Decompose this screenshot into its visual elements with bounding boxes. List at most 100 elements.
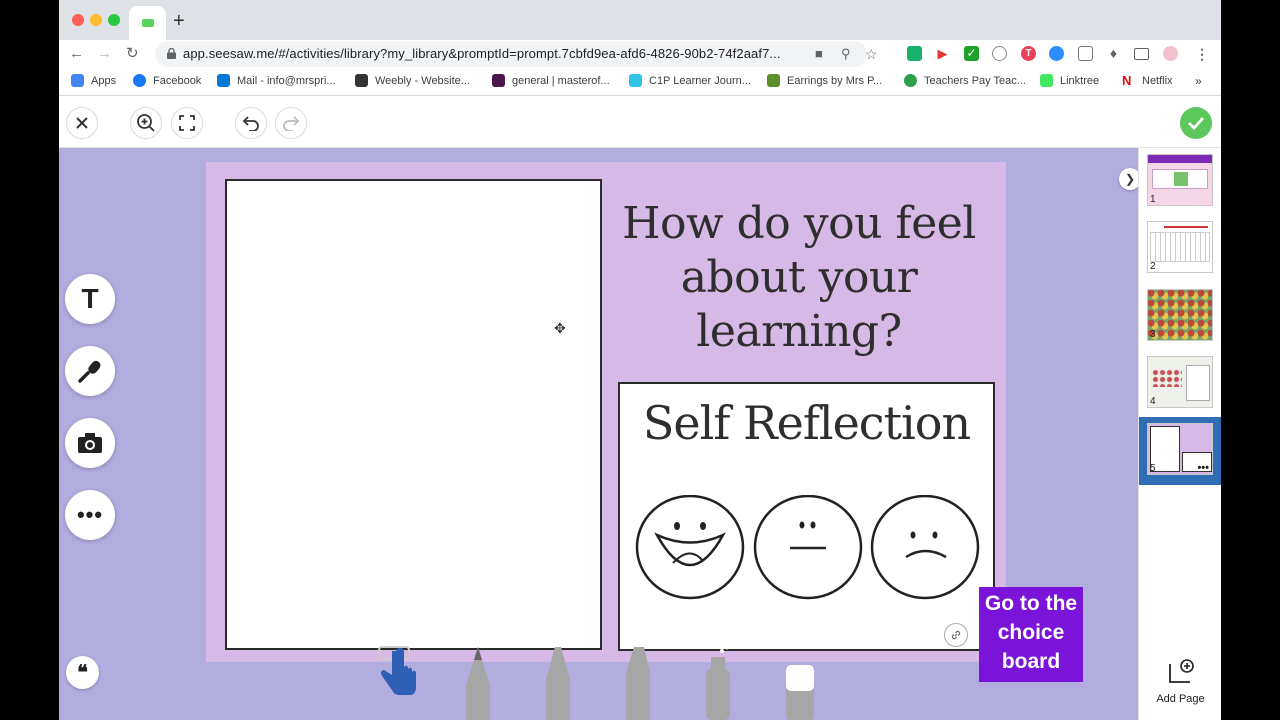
neutral-face-icon[interactable] <box>753 495 863 600</box>
add-page-label: Add Page <box>1156 693 1205 705</box>
bookmark-label: Teachers Pay Teac... <box>924 74 1026 87</box>
tpt-icon <box>904 74 917 87</box>
bookmark-item[interactable]: C1P Learner Journ... <box>629 74 751 87</box>
pages-panel: 1 2 3 4 5 ••• Add Page <box>1138 148 1221 720</box>
back-icon[interactable]: ← <box>69 43 84 65</box>
bird-icon <box>629 74 642 87</box>
page-thumbnail[interactable]: 1 <box>1139 148 1221 216</box>
extension-icon[interactable]: T <box>1021 46 1036 61</box>
page-thumbnail[interactable]: 4 <box>1139 350 1221 418</box>
editor-header <box>59 96 1221 148</box>
page-number: 4 <box>1150 396 1156 407</box>
link-icon[interactable] <box>944 623 968 647</box>
checkmark-icon <box>1188 117 1205 130</box>
bookmark-item[interactable]: Earrings by Mrs P... <box>767 74 882 87</box>
crayon-tool[interactable] <box>542 645 574 720</box>
bookmark-item[interactable]: Linktree <box>1040 74 1099 87</box>
bookmark-item[interactable]: Weebly - Website... <box>355 74 470 87</box>
close-editor-button[interactable] <box>66 107 98 139</box>
reload-icon[interactable]: ↻ <box>126 43 139 65</box>
address-bar[interactable]: app.seesaw.me/#/activities/library?my_li… <box>155 41 878 67</box>
netflix-icon: N <box>1122 74 1135 87</box>
bookmark-label: Earrings by Mrs P... <box>787 74 883 87</box>
screencast-extension-icon[interactable]: ▶ <box>935 46 950 61</box>
bookmark-item[interactable]: Mail - info@mrspri... <box>217 74 336 87</box>
add-page-icon <box>1168 659 1194 683</box>
pointer-hand-tool[interactable] <box>376 645 422 720</box>
microphone-button[interactable] <box>65 346 115 396</box>
bookmark-item[interactable]: general | masterof... <box>492 74 610 87</box>
self-reflection-card: Self Reflection <box>618 382 995 651</box>
redo-icon <box>283 116 300 131</box>
minimize-window-button[interactable] <box>90 14 102 26</box>
facebook-icon <box>133 74 146 87</box>
undo-icon <box>242 116 259 131</box>
new-tab-button[interactable]: + <box>173 9 185 33</box>
fullscreen-button[interactable] <box>171 107 203 139</box>
zoom-window-button[interactable] <box>108 14 120 26</box>
bookmark-item[interactable]: Apps <box>71 74 116 87</box>
move-cursor-icon: ✥ <box>554 320 566 336</box>
extension-icon[interactable] <box>992 46 1007 61</box>
bookmark-label: Facebook <box>153 74 202 87</box>
linktree-icon <box>1040 74 1053 87</box>
activity-page: ✥ How do you feel about your learning? S… <box>206 162 1006 662</box>
prompt-question: How do you feel about your learning? <box>622 198 976 357</box>
sad-face-icon[interactable] <box>870 495 980 600</box>
profile-avatar[interactable] <box>1163 46 1178 61</box>
page-thumbnail[interactable]: 3 <box>1139 283 1221 351</box>
camera-icon <box>78 433 102 453</box>
bookmark-label: Netflix <box>1142 74 1173 87</box>
zoom-icon[interactable]: ⚲ <box>841 46 851 62</box>
page-number: 5 <box>1150 463 1156 474</box>
add-page-button[interactable]: Add Page <box>1139 658 1221 705</box>
highlighter-tool[interactable] <box>702 645 734 720</box>
zoom-in-icon <box>137 114 155 132</box>
slack-icon <box>492 74 505 87</box>
browser-tab[interactable] <box>129 6 166 40</box>
done-button[interactable] <box>1180 107 1212 139</box>
grid-extension-icon[interactable] <box>1078 46 1093 61</box>
quote-icon: ❝ <box>77 662 88 684</box>
redo-button[interactable] <box>275 107 307 139</box>
close-window-button[interactable] <box>72 14 84 26</box>
page-thumbnail[interactable]: 2 <box>1139 215 1221 283</box>
seesaw-tab-icon <box>141 19 154 27</box>
caption-button[interactable]: ❝ <box>66 656 99 689</box>
menu-dots-icon[interactable]: ⋮ <box>1195 43 1209 65</box>
marker-tool[interactable] <box>622 645 654 720</box>
bookmark-label: C1P Learner Journ... <box>649 74 751 87</box>
extensions-puzzle-icon[interactable]: ♦ <box>1106 46 1121 61</box>
extension-icon[interactable] <box>907 46 922 61</box>
check-extension-icon[interactable]: ✓ <box>964 46 979 61</box>
zoom-in-button[interactable] <box>130 107 162 139</box>
choice-board-button[interactable]: Go to the choice board <box>979 587 1083 682</box>
eraser-tool[interactable] <box>782 645 814 720</box>
page-number: 2 <box>1150 261 1156 272</box>
bookmark-label: Weebly - Website... <box>375 74 470 87</box>
more-tools-button[interactable]: ••• <box>65 490 115 540</box>
weebly-icon <box>355 74 368 87</box>
camera-blocked-icon[interactable]: ■ <box>815 46 823 61</box>
bookmark-label: Linktree <box>1060 74 1100 87</box>
cast-icon[interactable] <box>1134 48 1149 60</box>
pencil-tool[interactable] <box>462 645 494 720</box>
camera-button[interactable] <box>65 418 115 468</box>
bookmark-item[interactable]: N Netflix <box>1122 74 1173 87</box>
page-thumbnail-selected[interactable]: 5 ••• <box>1139 417 1221 485</box>
more-bookmarks-button[interactable]: » <box>1195 74 1202 88</box>
bookmark-item[interactable]: Facebook <box>133 74 201 87</box>
undo-button[interactable] <box>235 107 267 139</box>
url-text: app.seesaw.me/#/activities/library?my_li… <box>183 46 781 61</box>
forward-icon[interactable]: → <box>97 43 112 65</box>
editor-canvas[interactable]: ✥ How do you feel about your learning? S… <box>59 148 1141 720</box>
student-response-area[interactable]: ✥ <box>225 179 602 650</box>
bookmark-item[interactable]: Teachers Pay Teac... <box>904 74 1026 87</box>
zoom-extension-icon[interactable] <box>1049 46 1064 61</box>
close-icon <box>76 117 88 129</box>
text-tool-button[interactable]: T <box>65 274 115 324</box>
page-options-button[interactable]: ••• <box>1197 462 1209 474</box>
happy-face-icon[interactable] <box>635 495 745 600</box>
bookmark-label: general | masterof... <box>512 74 610 87</box>
bookmark-star-icon[interactable]: ☆ <box>865 46 878 63</box>
